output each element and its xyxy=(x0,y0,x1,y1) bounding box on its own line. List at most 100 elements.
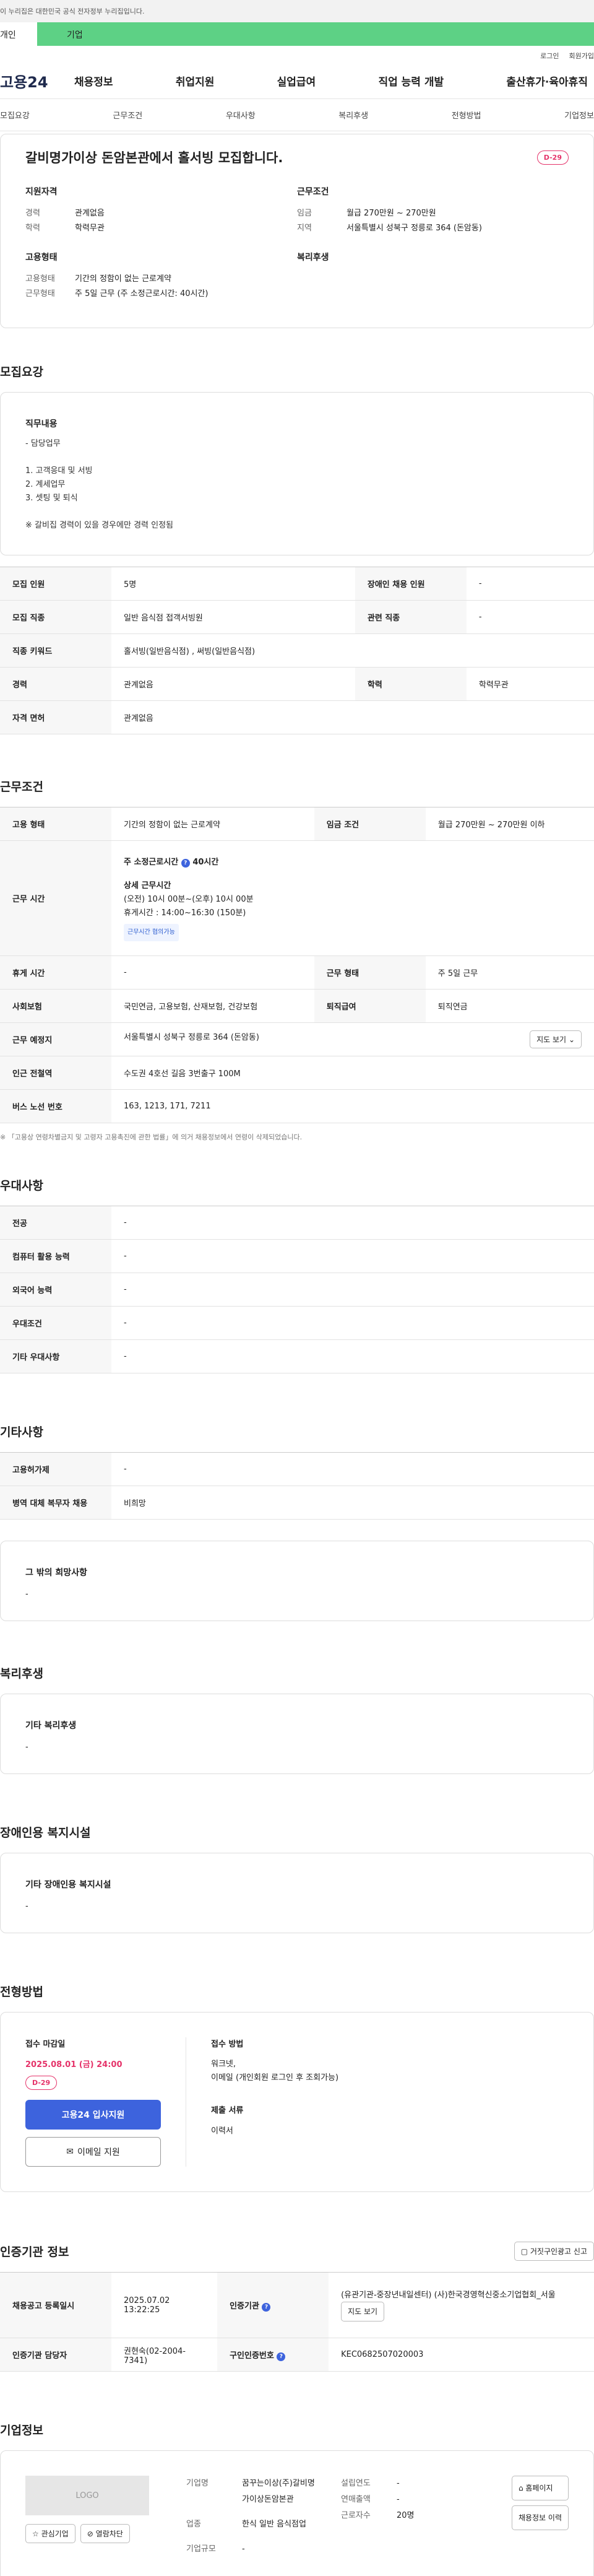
cell-value: 월급 270만원 ~ 270만원 이하 xyxy=(425,807,594,841)
cell-label: 자격 면허 xyxy=(0,700,111,734)
cell-label: 버스 노선 번호 xyxy=(0,1089,111,1123)
duty-line: ※ 갈비집 경력이 있을 경우에만 경력 인정됨 xyxy=(25,521,174,530)
etc-title: 기타사항 xyxy=(0,1425,43,1439)
block-icon: ⊘ xyxy=(87,2530,93,2538)
table-row: 자격 면허 관계없음 xyxy=(0,700,594,734)
email-apply-button[interactable]: ✉ 이메일 지원 xyxy=(25,2137,161,2167)
gnb-job-support[interactable]: 취업지원 xyxy=(176,73,215,89)
cell-label: 전공 xyxy=(0,1206,111,1240)
info-icon[interactable]: ? xyxy=(277,2352,286,2361)
anchor-tabs: 모집요강 근무조건 우대사항 복리후생 전형방법 기업정보 xyxy=(0,99,594,131)
cell-label: 고용허가제 xyxy=(0,1452,111,1486)
cell-label: 학력 xyxy=(355,667,467,701)
docs-head: 제출 서류 xyxy=(211,2106,244,2115)
tab-process[interactable]: 전형방법 xyxy=(452,109,481,121)
wage-value: 월급 270만원 ~ 270만원 xyxy=(346,209,436,218)
table-row: 우대조건 - xyxy=(0,1306,594,1340)
homepage-button[interactable]: ⌂ 홈페이지 xyxy=(511,2476,569,2500)
cell-label: 모집 인원 xyxy=(0,567,111,601)
gnb-unemployment[interactable]: 실업급여 xyxy=(277,73,316,89)
member-segment: 개인 기업 xyxy=(0,22,594,46)
org-map-button[interactable]: 지도 보기 xyxy=(341,2301,385,2321)
pref-title: 우대사항 xyxy=(0,1179,43,1193)
pref-table: 전공 - 컴퓨터 활용 능력 - 외국어 능력 - 우대조건 - 기타 우대사항 - xyxy=(0,1206,594,1373)
block-button[interactable]: ⊘ 열람차단 xyxy=(80,2524,130,2543)
tab-welfare[interactable]: 복리후생 xyxy=(338,109,368,121)
cell-value: - xyxy=(111,1306,594,1340)
table-row: 직종 키워드 홀서빙(일반음식점) , 써빙(일반음식점) xyxy=(0,633,594,668)
deadline-value: 2025.08.01 (금) 24:00 xyxy=(25,2060,123,2069)
cell-value: - xyxy=(111,1339,594,1373)
est-value: - xyxy=(397,2479,400,2488)
history-button[interactable]: 채용정보 이력 xyxy=(511,2505,569,2530)
cell-label: 모집 직종 xyxy=(0,600,111,634)
table-row: 기타 우대사항 - xyxy=(0,1339,594,1373)
cell-label: 우대조건 xyxy=(0,1306,111,1340)
cell-label: 인근 전철역 xyxy=(0,1056,111,1090)
cell-value: 수도권 4호선 길음 3번출구 100M xyxy=(111,1056,594,1090)
cell-label: 구인인증번호 ? xyxy=(217,2338,329,2372)
cell-value: 5명 xyxy=(111,567,355,601)
cell-label: 퇴직급여 xyxy=(314,989,426,1023)
cell-value: - xyxy=(111,1239,594,1273)
chevron-down-icon: ⌄ xyxy=(568,1035,575,1044)
tab-recruit[interactable]: 모집요강 xyxy=(0,109,30,121)
duty-line: - 담당업무 xyxy=(25,439,61,448)
edu-value: 학력무관 xyxy=(75,224,105,233)
site-logo[interactable]: 고용24 xyxy=(0,70,74,92)
gnb-training[interactable]: 직업 능력 개발 xyxy=(378,73,444,89)
etc-box-head: 그 밖의 희망사항 xyxy=(25,1568,87,1578)
tab-preference[interactable]: 우대사항 xyxy=(226,109,256,121)
etc-table: 고용허가제 - 병역 대체 복무자 채용 비희망 xyxy=(0,1452,594,1520)
cell-label: 고용 형태 xyxy=(0,807,111,841)
favorite-button[interactable]: ☆ 관심기업 xyxy=(25,2524,75,2543)
qual-head: 지원자격 xyxy=(25,187,58,197)
welfare-box-value: - xyxy=(25,1743,28,1752)
size-value: - xyxy=(242,2544,245,2554)
work-title: 근무조건 xyxy=(0,780,43,794)
edu-label: 학력 xyxy=(25,224,40,233)
table-row: 모집 인원 5명 장애인 채용 인원 - xyxy=(0,567,594,601)
global-nav: 고용24 채용정보 취업지원 실업급여 직업 능력 개발 출산휴가·육아휴직 xyxy=(0,63,594,99)
cell-value: 주 5일 근무 xyxy=(425,955,594,990)
duty-box: 직무내용 - 담당업무 1. 고객응대 및 서빙 2. 계세업무 3. 셋팅 및… xyxy=(0,392,594,555)
deadline-head: 접수 마감일 xyxy=(25,2040,66,2049)
segment-individual[interactable]: 개인 xyxy=(0,22,37,46)
dday-badge: D-29 xyxy=(536,150,569,165)
welfare-head: 복리후생 xyxy=(297,253,329,263)
career-value: 관계없음 xyxy=(75,209,105,218)
est-label: 설립연도 xyxy=(341,2479,371,2488)
cell-label: 채용공고 등록일시 xyxy=(0,2272,111,2338)
info-icon[interactable]: ? xyxy=(181,858,190,868)
segment-company[interactable]: 기업 xyxy=(37,22,594,46)
gnb-recruit[interactable]: 채용정보 xyxy=(74,73,113,89)
apply-button[interactable]: 고용24 입사지원 xyxy=(25,2100,161,2130)
login-link[interactable]: 로그인 xyxy=(540,51,559,63)
method-head: 접수 방법 xyxy=(211,2040,244,2049)
cell-label: 임금 조건 xyxy=(314,807,426,841)
cell-label: 컴퓨터 활용 능력 xyxy=(0,1239,111,1273)
table-row: 고용허가제 - xyxy=(0,1452,594,1486)
cell-value: - xyxy=(466,600,594,634)
report-button[interactable]: ▢ 거짓구인광고 신고 xyxy=(514,2242,594,2261)
map-button[interactable]: 지도 보기 ⌄ xyxy=(530,1030,582,1048)
gnb-leave[interactable]: 출산휴가·육아휴직 xyxy=(506,73,588,89)
signup-link[interactable]: 회원가입 xyxy=(569,51,594,63)
cell-value: 163, 1213, 171, 7211 xyxy=(111,1089,594,1123)
cell-label: 근무 시간 xyxy=(0,840,111,956)
negotiable-chip: 근무시간 협의가능 xyxy=(124,923,179,941)
disability-box-head: 기타 장애인용 복지시설 xyxy=(25,1880,111,1890)
recruit-title: 모집요강 xyxy=(0,365,43,379)
tab-company[interactable]: 기업정보 xyxy=(564,109,594,121)
process-box: 접수 마감일 2025.08.01 (금) 24:00 D-29 고용24 입사… xyxy=(0,2012,594,2192)
method-value-1: 워크넷, xyxy=(211,2060,236,2069)
cell-value: 홀서빙(일반음식점) , 써빙(일반음식점) xyxy=(111,633,594,668)
weekly-hours-value: 40시간 xyxy=(192,857,219,867)
cell-value: 기간의 정함이 없는 근로계약 xyxy=(111,807,314,841)
table-row: 근무 예정지 서울특별시 성북구 정릉로 364 (돈암동) 지도 보기 ⌄ xyxy=(0,1022,594,1056)
company-title: 기업정보 xyxy=(0,2424,43,2437)
util-menu: 로그인 회원가입 xyxy=(0,46,594,63)
info-icon[interactable]: ? xyxy=(262,2302,271,2312)
job-title: 갈비명가이상 돈암본관에서 홀서빙 모집합니다. xyxy=(25,150,283,165)
tab-conditions[interactable]: 근무조건 xyxy=(113,109,142,121)
